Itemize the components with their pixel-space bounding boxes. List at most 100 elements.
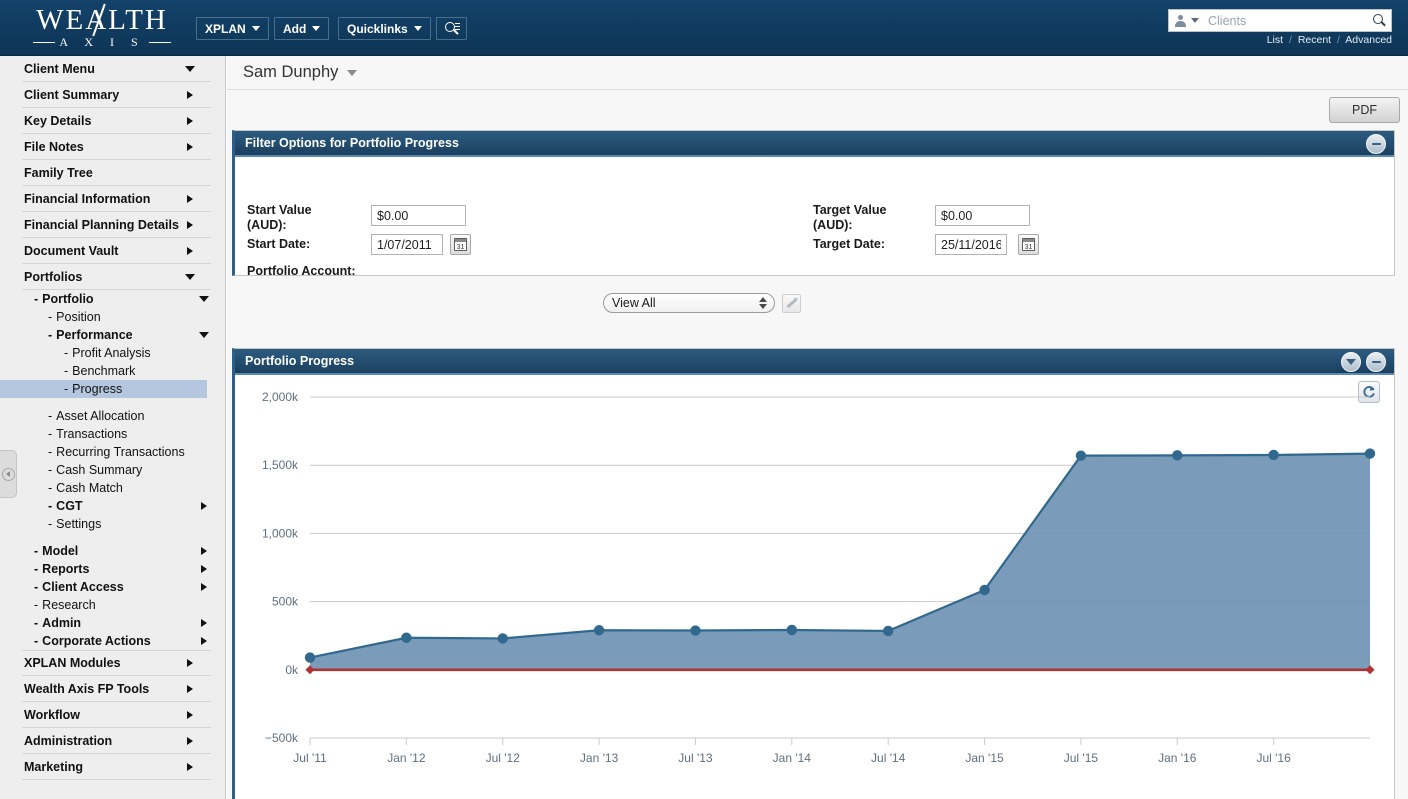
sidebar-item-cgt[interactable]: - CGT: [0, 497, 225, 515]
filter-panel-header: Filter Options for Portfolio Progress: [235, 131, 1394, 157]
data-point-marker[interactable]: [786, 624, 798, 636]
sidebar-item-file-notes[interactable]: File Notes: [22, 134, 211, 160]
minus-icon: [1371, 361, 1381, 363]
sidebar-item-key-details[interactable]: Key Details: [22, 108, 211, 134]
sidebar-item-reports[interactable]: - Reports: [0, 560, 225, 578]
chevron-right-icon: [187, 736, 193, 745]
portfolio-account-edit-button[interactable]: [782, 294, 801, 313]
sidebar-collapse-handle[interactable]: [0, 450, 17, 498]
sidebar-item-research[interactable]: - Research: [0, 596, 225, 614]
sidebar-item-workflow[interactable]: Workflow: [22, 702, 211, 728]
search-sublinks: List / Recent / Advanced: [1267, 34, 1392, 46]
data-point-marker[interactable]: [882, 625, 894, 637]
sidebar-item-label: Family Tree: [24, 165, 93, 180]
sidebar-item-xplan-modules[interactable]: XPLAN Modules: [22, 650, 211, 676]
sidebar-item-settings[interactable]: - Settings: [0, 515, 225, 533]
filter-panel-body: Start Value(AUD): Start Date: 31 Portfol…: [235, 157, 1394, 278]
sidebar-item-dash: -: [64, 346, 69, 360]
data-point-marker[interactable]: [304, 652, 316, 663]
search-input[interactable]: [1206, 12, 1373, 29]
sidebar-item-profit-analysis[interactable]: - Profit Analysis: [0, 344, 225, 362]
sidebar-item-client-summary[interactable]: Client Summary: [22, 82, 211, 108]
link-list[interactable]: List: [1267, 34, 1283, 46]
nav-add-button[interactable]: Add: [274, 17, 330, 40]
sidebar-item-administration[interactable]: Administration: [22, 728, 211, 754]
sidebar-item-dash: -: [34, 562, 39, 576]
sidebar-item-label: Workflow: [24, 707, 81, 722]
pencil-icon: [786, 299, 797, 308]
filter-panel-title: Filter Options for Portfolio Progress: [245, 136, 459, 150]
data-point-marker[interactable]: [690, 625, 701, 636]
data-point-marker[interactable]: [1172, 450, 1183, 461]
sidebar-item-wealth-axis-fp-tools[interactable]: Wealth Axis FP Tools: [22, 676, 211, 702]
sidebar-item-recurring-transactions[interactable]: - Recurring Transactions: [0, 443, 225, 461]
person-icon: [1174, 14, 1187, 27]
sidebar-item-marketing[interactable]: Marketing: [22, 754, 211, 780]
sidebar-item-asset-allocation[interactable]: - Asset Allocation: [0, 407, 225, 425]
data-point-marker[interactable]: [1364, 448, 1376, 459]
filter-options-panel: Filter Options for Portfolio Progress St…: [232, 130, 1395, 278]
calendar-icon: 31: [1022, 238, 1035, 251]
nav-search-button[interactable]: [436, 17, 467, 40]
sidebar-item-label: Financial Planning Details: [24, 217, 179, 232]
chart-panel-collapse-button[interactable]: [1366, 352, 1386, 372]
logo-rule-right: [148, 41, 171, 43]
sidebar-item-label: Financial Information: [24, 191, 151, 206]
filter-panel-collapse-button[interactable]: [1366, 134, 1386, 154]
sidebar-item-label: CGT: [56, 499, 83, 513]
sidebar-item-cash-match[interactable]: - Cash Match: [0, 479, 225, 497]
sidebar-item-dash: -: [34, 292, 39, 306]
nav-xplan-button[interactable]: XPLAN: [196, 17, 269, 40]
sidebar-item-financial-planning-details[interactable]: Financial Planning Details: [22, 212, 211, 238]
sidebar-item-client-access[interactable]: - Client Access: [0, 578, 225, 596]
top-navigation-bar: WEALTH A X I S XPLAN Add Quicklinks Clie…: [0, 0, 1408, 56]
sidebar-item-benchmark[interactable]: - Benchmark: [0, 362, 225, 380]
sidebar-item-document-vault[interactable]: Document Vault: [22, 238, 211, 264]
sidebar-item-cash-summary[interactable]: - Cash Summary: [0, 461, 225, 479]
data-point-marker[interactable]: [1268, 449, 1279, 461]
x-axis-tick-label: Jul '16: [1256, 751, 1291, 765]
link-advanced[interactable]: Advanced: [1345, 34, 1392, 46]
sidebar-item-family-tree[interactable]: Family Tree: [22, 160, 211, 186]
data-point-marker[interactable]: [1075, 450, 1087, 461]
start-date-calendar-button[interactable]: 31: [450, 234, 471, 255]
chart-panel-options-button[interactable]: [1341, 352, 1361, 372]
chevron-down-icon: [199, 296, 209, 302]
sidebar-item-portfolios[interactable]: Portfolios: [22, 264, 211, 290]
sidebar-item-admin[interactable]: - Admin: [0, 614, 225, 632]
sidebar-item-progress[interactable]: - Progress: [0, 380, 207, 398]
chevron-down-icon: [199, 332, 209, 338]
sidebar-item-label: Performance: [56, 328, 133, 342]
sidebar-item-dash: -: [64, 382, 69, 396]
sidebar-item-financial-information[interactable]: Financial Information: [22, 186, 211, 212]
target-date-calendar-button[interactable]: 31: [1018, 234, 1039, 255]
sidebar-item-label: Client Access: [42, 580, 124, 594]
start-date-input[interactable]: [371, 234, 443, 255]
target-date-input[interactable]: [935, 234, 1007, 255]
sidebar-item-position[interactable]: - Position: [0, 308, 225, 326]
x-axis-tick-label: Jul '12: [486, 751, 521, 765]
sidebar-item-performance[interactable]: - Performance: [0, 326, 225, 344]
data-point-marker[interactable]: [401, 632, 412, 643]
pdf-button[interactable]: PDF: [1329, 97, 1400, 123]
data-point-marker[interactable]: [497, 633, 508, 644]
sidebar-item-model[interactable]: - Model: [0, 542, 225, 560]
sidebar-item-label: Administration: [24, 733, 113, 748]
start-value-input[interactable]: [371, 205, 466, 226]
portfolio-account-select[interactable]: View All: [603, 293, 775, 313]
sidebar-item-corporate-actions[interactable]: - Corporate Actions: [0, 632, 225, 650]
sidebar-item-transactions[interactable]: - Transactions: [0, 425, 225, 443]
sidebar-item-label: Client Summary: [24, 87, 120, 102]
search-submit-icon[interactable]: [1373, 14, 1386, 27]
sidebar-item-client-menu[interactable]: Client Menu: [22, 56, 211, 82]
link-recent[interactable]: Recent: [1298, 34, 1331, 46]
chevron-down-icon[interactable]: [1191, 18, 1199, 23]
data-point-marker[interactable]: [979, 584, 990, 596]
sidebar-item-label: XPLAN Modules: [24, 656, 121, 670]
data-point-marker[interactable]: [593, 625, 605, 636]
sidebar-item-portfolio[interactable]: - Portfolio: [0, 290, 225, 308]
nav-quicklinks-button[interactable]: Quicklinks: [338, 17, 431, 40]
target-value-input[interactable]: [935, 205, 1030, 226]
global-search-box[interactable]: [1168, 9, 1392, 32]
chevron-down-icon[interactable]: [347, 69, 358, 76]
